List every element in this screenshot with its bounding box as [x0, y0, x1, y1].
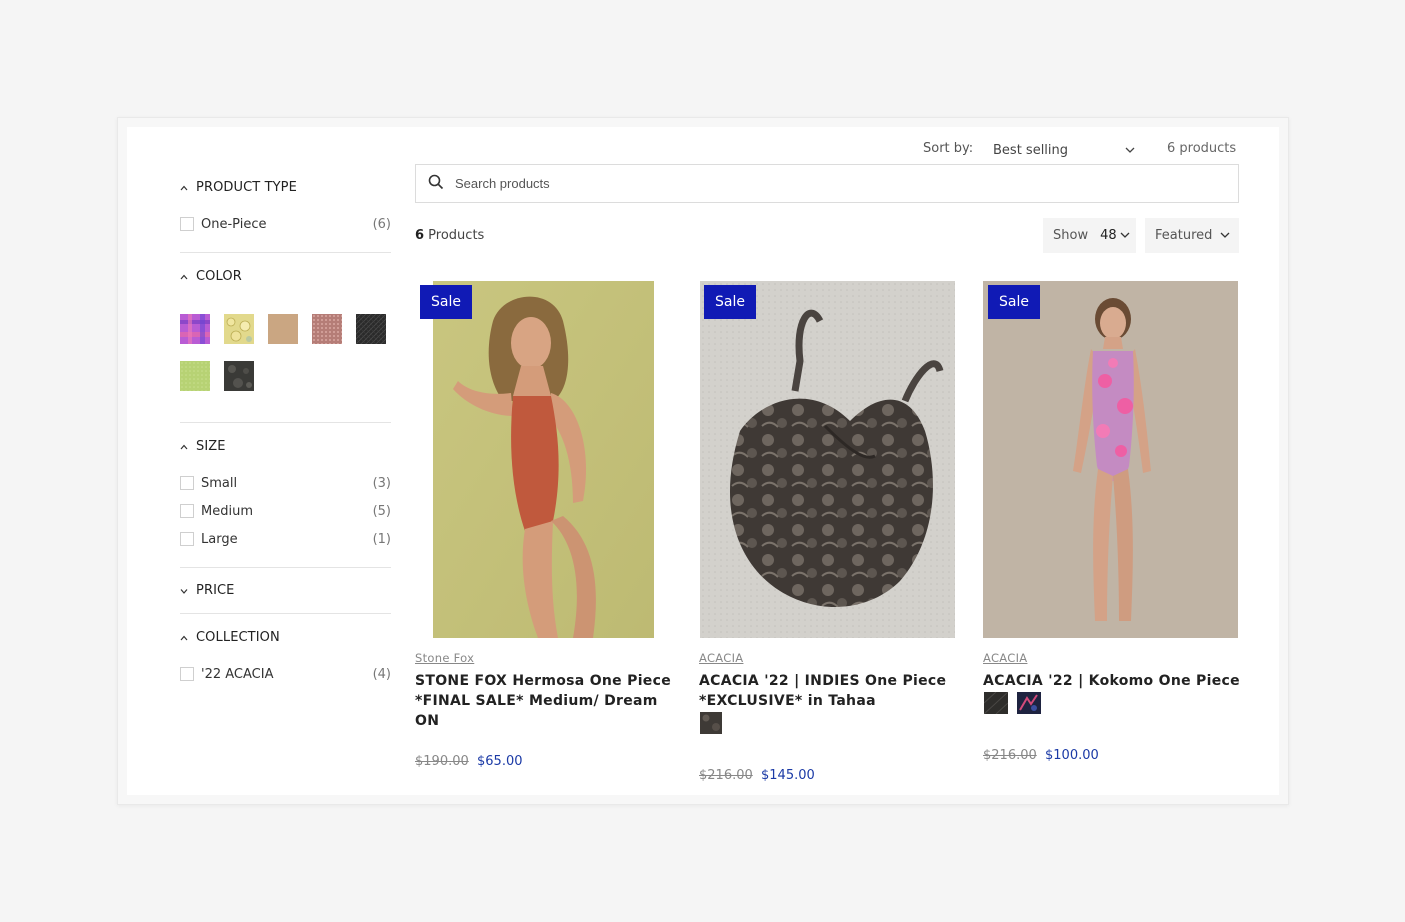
filter-heading-product-type[interactable]: PRODUCT TYPE [180, 180, 297, 195]
filter-option-medium[interactable]: Medium (5) [180, 502, 391, 520]
search-placeholder: Search products [455, 176, 550, 191]
chevron-up-icon [180, 273, 188, 281]
sale-badge: Sale [704, 285, 756, 319]
filter-heading-color[interactable]: COLOR [180, 269, 242, 284]
divider [180, 252, 391, 253]
compare-at-price: $190.00 [415, 754, 469, 769]
sort-select[interactable]: Best selling [993, 141, 1135, 159]
divider [180, 422, 391, 423]
sale-price: $65.00 [477, 754, 523, 769]
filter-option-one-piece[interactable]: One-Piece (6) [180, 215, 391, 233]
product-vendor-link[interactable]: Stone Fox [415, 651, 474, 665]
variant-swatch[interactable] [983, 691, 1009, 715]
chevron-up-icon [180, 634, 188, 642]
divider [180, 567, 391, 568]
sale-badge: Sale [988, 285, 1040, 319]
filter-option-small[interactable]: Small (3) [180, 474, 391, 492]
color-swatch-black-pattern[interactable] [356, 314, 386, 344]
filter-option-large[interactable]: Large (1) [180, 530, 391, 548]
product-title-link[interactable]: STONE FOX Hermosa One Piece *FINAL SALE*… [415, 671, 675, 731]
chevron-down-icon [1125, 143, 1135, 158]
search-icon [428, 174, 444, 194]
show-per-page-select[interactable]: Show 48 [1043, 218, 1136, 253]
compare-at-price: $216.00 [983, 748, 1037, 763]
color-swatch-rose-pattern[interactable] [312, 314, 342, 344]
checkbox[interactable] [180, 667, 194, 681]
chevron-up-icon [180, 443, 188, 451]
checkbox[interactable] [180, 532, 194, 546]
color-swatch-charcoal-pattern[interactable] [224, 361, 254, 391]
color-swatch-yellow-floral[interactable] [224, 314, 254, 344]
filter-option-22-acacia[interactable]: '22 ACACIA (4) [180, 665, 391, 683]
chevron-down-icon [1220, 228, 1230, 243]
product-image[interactable] [983, 281, 1238, 638]
chevron-down-icon [180, 587, 188, 595]
chevron-up-icon [180, 184, 188, 192]
checkbox[interactable] [180, 476, 194, 490]
product-count-top: 6 products [1167, 141, 1237, 156]
search-input[interactable]: Search products [415, 164, 1239, 203]
product-vendor-link[interactable]: ACACIA [699, 651, 743, 665]
divider [180, 613, 391, 614]
products-count: 6 Products [415, 228, 485, 243]
product-image[interactable] [700, 281, 955, 638]
filter-heading-collection[interactable]: COLLECTION [180, 630, 280, 645]
filter-heading-size[interactable]: SIZE [180, 439, 226, 454]
chevron-down-icon [1120, 228, 1130, 243]
checkbox[interactable] [180, 217, 194, 231]
color-swatch-lime[interactable] [180, 361, 210, 391]
product-image[interactable] [433, 281, 654, 638]
product-title-link[interactable]: ACACIA '22 | Kokomo One Piece [983, 671, 1243, 691]
variant-swatch[interactable] [700, 712, 722, 734]
color-swatch-purple-plaid[interactable] [180, 314, 210, 344]
compare-at-price: $216.00 [699, 768, 753, 783]
featured-sort-select[interactable]: Featured [1145, 218, 1239, 253]
checkbox[interactable] [180, 504, 194, 518]
product-vendor-link[interactable]: ACACIA [983, 651, 1027, 665]
product-title-link[interactable]: ACACIA '22 | INDIES One Piece *EXCLUSIVE… [699, 671, 959, 711]
color-swatch-tan[interactable] [268, 314, 298, 344]
sale-badge: Sale [420, 285, 472, 319]
sort-label: Sort by: [923, 141, 974, 156]
filter-heading-price[interactable]: PRICE [180, 583, 235, 598]
sale-price: $145.00 [761, 768, 815, 783]
sale-price: $100.00 [1045, 748, 1099, 763]
variant-swatch[interactable] [1017, 692, 1041, 714]
